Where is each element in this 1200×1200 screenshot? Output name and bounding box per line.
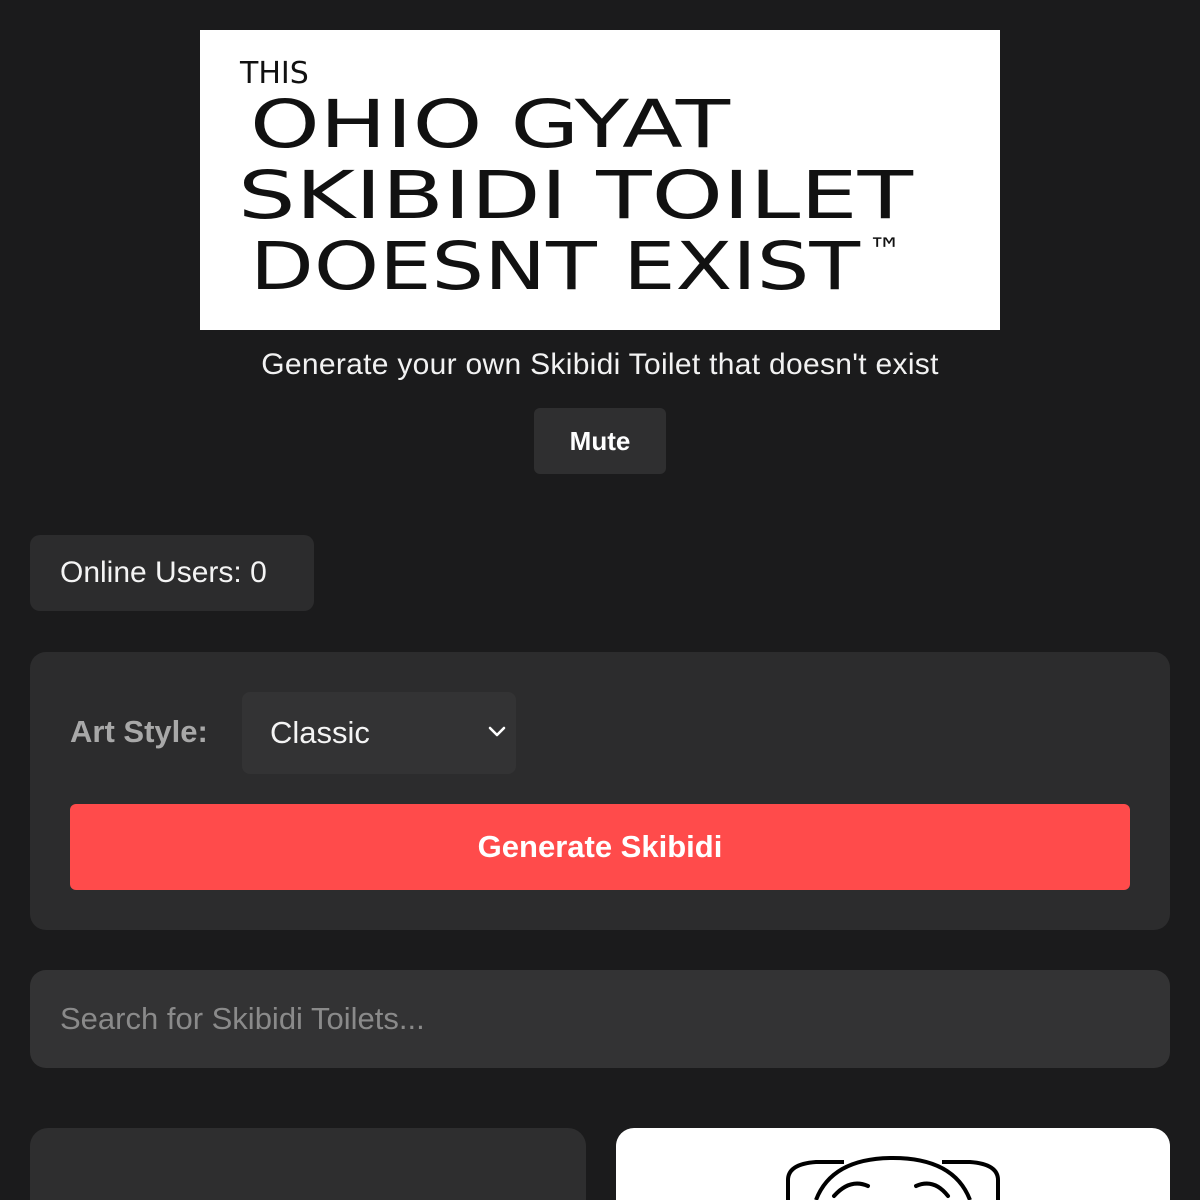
skibidi-card[interactable] (616, 1128, 1170, 1200)
skibidi-card-loading[interactable] (30, 1128, 586, 1200)
site-logo: THIS OHIO GYAT SKIBIDI TOILET DOESNT EXI… (200, 30, 1000, 330)
online-users-text: Online Users: 0 (60, 556, 267, 589)
logo-line-skibidi-toilet: SKIBIDI TOILET (238, 157, 914, 234)
search-input[interactable] (30, 970, 1170, 1068)
chevron-down-icon (488, 726, 506, 737)
art-style-value: Classic (270, 715, 370, 750)
logo-image: THIS OHIO GYAT SKIBIDI TOILET DOESNT EXI… (238, 56, 914, 305)
logo-line-ohio-gyat: OHIO GYAT (250, 86, 731, 163)
page: THIS OHIO GYAT SKIBIDI TOILET DOESNT EXI… (0, 0, 1200, 1200)
logo-trademark: ™ (868, 231, 902, 271)
generate-skibidi-button[interactable]: Generate Skibidi (70, 804, 1130, 890)
online-users-badge: Online Users: 0 (30, 535, 314, 611)
art-style-select[interactable]: Classic (242, 692, 516, 774)
art-style-label: Art Style: (70, 714, 208, 749)
logo-line-doesnt-exist: DOESNT EXIST (250, 228, 861, 305)
mute-button[interactable]: Mute (534, 408, 666, 474)
generator-panel: Art Style: Classic Generate Skibidi (30, 652, 1170, 930)
page-subtitle: Generate your own Skibidi Toilet that do… (261, 348, 939, 381)
skibidi-toilet-image (786, 1155, 1000, 1200)
